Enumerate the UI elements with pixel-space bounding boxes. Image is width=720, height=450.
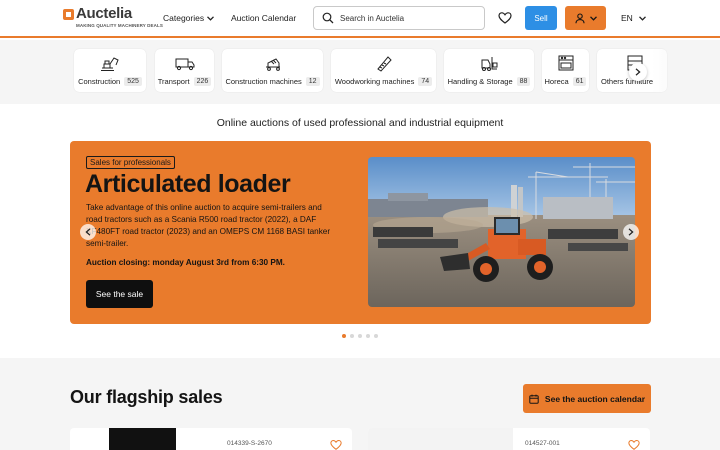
category-card-construction-machines[interactable]: Construction machines 12 bbox=[222, 49, 323, 92]
site-tagline: Online auctions of used professional and… bbox=[216, 117, 504, 129]
account-menu-button[interactable] bbox=[565, 6, 606, 30]
logo-mark-icon bbox=[63, 9, 74, 20]
search-icon bbox=[322, 12, 334, 24]
site-header: Auctelia MAKING QUALITY MACHINERY DEALS … bbox=[0, 0, 720, 38]
category-count: 525 bbox=[124, 77, 142, 86]
construction-site-illustration bbox=[368, 157, 635, 307]
category-label: Construction bbox=[78, 77, 121, 86]
saw-icon bbox=[376, 56, 392, 72]
sale-card[interactable]: 014339-S-2670 bbox=[70, 428, 352, 450]
calendar-icon bbox=[529, 394, 539, 404]
category-card-handling-storage[interactable]: Handling & Storage 88 bbox=[444, 49, 534, 92]
category-next-button[interactable] bbox=[629, 63, 647, 81]
category-count: 61 bbox=[572, 77, 587, 86]
category-count: 88 bbox=[516, 77, 531, 86]
chevron-left-icon bbox=[85, 228, 91, 236]
see-auction-calendar-button[interactable]: See the auction calendar bbox=[523, 384, 651, 413]
sale-card[interactable]: 014527-001 bbox=[368, 428, 650, 450]
carousel-dot[interactable] bbox=[374, 334, 378, 338]
carousel-dot[interactable] bbox=[342, 334, 346, 338]
forklift-icon bbox=[481, 57, 498, 71]
chevron-right-icon bbox=[628, 228, 634, 236]
language-selector[interactable]: EN bbox=[621, 13, 646, 23]
sale-card-image bbox=[109, 428, 176, 450]
category-count: 12 bbox=[305, 77, 320, 86]
oven-icon bbox=[558, 55, 573, 71]
search-input[interactable] bbox=[340, 7, 480, 29]
categories-menu[interactable]: Categories bbox=[163, 13, 215, 23]
calendar-button-label: See the auction calendar bbox=[544, 393, 646, 404]
category-strip: Construction 525 Transport 226 Constructio… bbox=[0, 40, 720, 104]
carousel-dot[interactable] bbox=[366, 334, 370, 338]
carousel-dot[interactable] bbox=[350, 334, 354, 338]
chevron-down-icon bbox=[589, 15, 597, 21]
category-card-woodworking-machines[interactable]: Woodworking machines 74 bbox=[331, 49, 436, 92]
category-count: 226 bbox=[193, 77, 212, 86]
truck-icon bbox=[175, 58, 194, 71]
concrete-mixer-icon bbox=[265, 58, 280, 71]
search-box[interactable] bbox=[313, 6, 485, 30]
featured-sale-title: Articulated loader bbox=[85, 170, 291, 198]
category-count: 74 bbox=[418, 77, 433, 86]
category-strip-fade bbox=[652, 49, 720, 101]
articulated-loader-photo[interactable] bbox=[368, 157, 635, 307]
flagship-sales-section: Our flagship sales See the auction calen… bbox=[0, 358, 720, 450]
sell-button[interactable]: Sell bbox=[525, 6, 557, 30]
sale-reference: 014527-001 bbox=[525, 440, 560, 447]
featured-sale-description: Take advantage of this online auction to… bbox=[86, 203, 331, 248]
language-label: EN bbox=[621, 13, 633, 23]
user-icon bbox=[574, 12, 585, 23]
category-label: Others furniture bbox=[601, 77, 654, 86]
logo-tagline: MAKING QUALITY MACHINERY DEALS bbox=[76, 23, 163, 28]
auction-calendar-link[interactable]: Auction Calendar bbox=[231, 13, 296, 23]
auction-closing-date: Auction closing: monday August 3rd from … bbox=[86, 258, 285, 267]
section-title: Our flagship sales bbox=[70, 387, 223, 407]
favorite-heart-icon[interactable] bbox=[330, 439, 342, 450]
logo-text: Auctelia bbox=[76, 5, 132, 22]
category-label: Woodworking machines bbox=[334, 77, 415, 86]
excavator-icon bbox=[101, 57, 119, 71]
carousel-next-button[interactable] bbox=[623, 224, 639, 240]
category-label: Handling & Storage bbox=[447, 77, 513, 86]
category-card-horeca[interactable]: Horeca 61 bbox=[542, 49, 589, 92]
carousel-indicators bbox=[342, 334, 378, 338]
category-label: Construction machines bbox=[225, 77, 302, 86]
chevron-down-icon bbox=[207, 15, 215, 21]
categories-label: Categories bbox=[163, 13, 205, 23]
favorites-heart-icon[interactable] bbox=[498, 11, 512, 25]
see-the-sale-button[interactable]: See the sale bbox=[86, 280, 153, 308]
category-label: Transport bbox=[157, 77, 190, 86]
chevron-right-icon bbox=[635, 68, 641, 76]
carousel-dot[interactable] bbox=[358, 334, 362, 338]
chevron-down-icon bbox=[638, 15, 646, 21]
favorite-heart-icon[interactable] bbox=[628, 439, 640, 450]
carousel-prev-button[interactable] bbox=[80, 224, 96, 240]
sale-reference: 014339-S-2670 bbox=[227, 440, 272, 447]
category-label: Horeca bbox=[544, 77, 569, 86]
sale-type-badge: Sales for professionals bbox=[86, 156, 175, 169]
category-card-construction[interactable]: Construction 525 bbox=[74, 49, 146, 92]
featured-sale-banner: Sales for professionals Articulated load… bbox=[70, 141, 651, 324]
sale-card-image bbox=[368, 428, 513, 450]
category-card-transport[interactable]: Transport 226 bbox=[155, 49, 214, 92]
